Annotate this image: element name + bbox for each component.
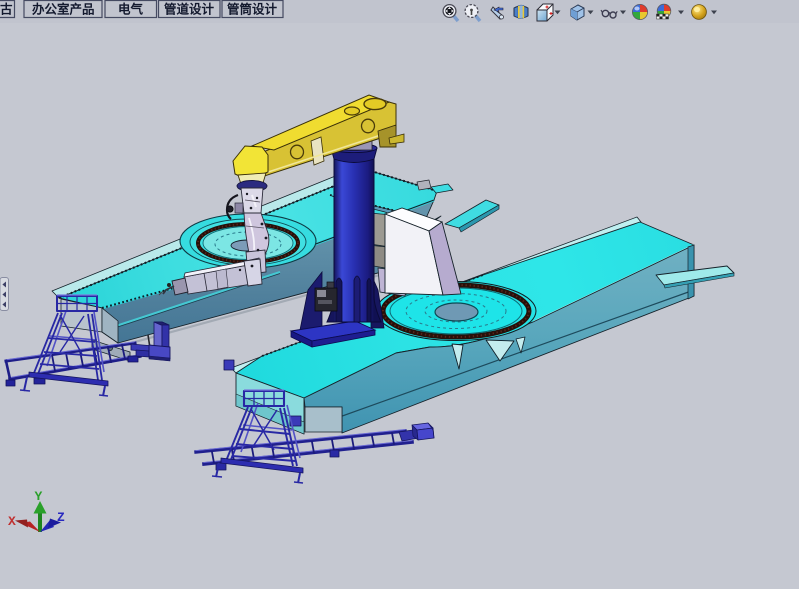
svg-text:管道设计: 管道设计 xyxy=(164,2,215,17)
svg-text:Y: Y xyxy=(35,489,43,504)
svg-text:Z: Z xyxy=(57,510,65,525)
svg-text:管筒设计: 管筒设计 xyxy=(227,2,278,17)
svg-text:古: 古 xyxy=(0,2,13,17)
svg-text:电气: 电气 xyxy=(118,2,144,17)
svg-text:X: X xyxy=(8,514,16,529)
svg-text:办公室产品: 办公室产品 xyxy=(32,2,95,17)
